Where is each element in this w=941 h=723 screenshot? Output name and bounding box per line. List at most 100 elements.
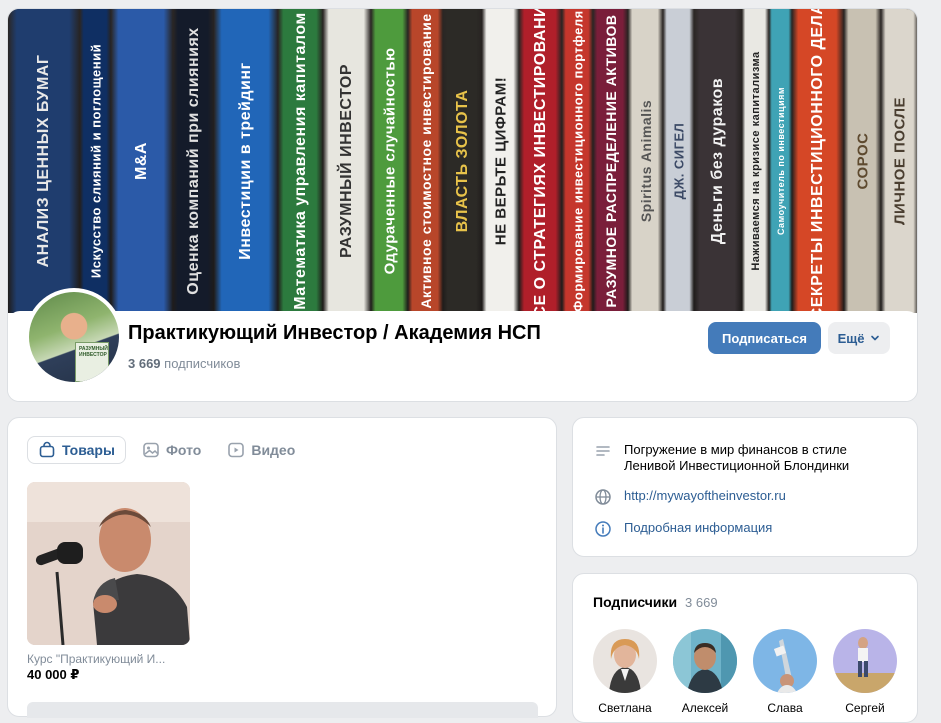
more-button-label: Ещё [837,330,865,346]
book-title: РАЗУМНОЕ РАСПРЕДЕЛЕНИЕ АКТИВОВ [602,14,619,308]
book-title: НЕ ВЕРЬТЕ ЦИФРАМ! [492,76,509,246]
photo-icon [143,442,159,458]
group-avatar[interactable]: РАЗУМНЫЙ ИНВЕСТОР [25,288,123,386]
tab-photo[interactable]: Фото [132,436,211,464]
member-item[interactable]: Алексей [673,629,737,715]
tab-label: Видео [251,442,296,458]
members-list: Светлана Алексей Слава Сергей [593,629,897,715]
product-photo [27,482,190,645]
product-image [27,482,190,645]
member-avatar [673,629,737,693]
tab-video[interactable]: Видео [217,436,305,464]
book-spine: Активное стоимостное инвестирование [408,9,443,313]
text-lines-icon [596,446,610,456]
book-title: АНАЛИЗ ЦЕННЫХ БУМАГ [35,54,52,268]
more-button[interactable]: Ещё [828,322,890,354]
book-spine: ЛИЧНОЕ ПОСЛЕ [881,9,917,313]
book-spine: Инвестиции в трейдинг [214,9,278,313]
book-spine: НЕ ВЕРЬТЕ ЦИФРАМ! [482,9,519,313]
subscribers-summary[interactable]: 3 669 подписчиков [128,356,240,371]
book-title: Spiritus Animalis [637,99,654,223]
member-item[interactable]: Сергей [833,629,897,715]
avatar-book: РАЗУМНЫЙ ИНВЕСТОР [75,342,109,382]
member-name: Слава [767,701,803,715]
bag-icon [39,441,55,458]
book-spine: РАЗУМНОЕ РАСПРЕДЕЛЕНИЕ АКТИВОВ [593,9,628,313]
book-title: Активное стоимостное инвестирование [417,13,434,309]
book-spine: Наживаемся на кризисе капитализма [742,9,769,313]
book-title: Искусство слияний и поглощений [88,43,103,279]
book-spine: Формирование инвестиционного портфеля [562,9,593,313]
book-title: Формирование инвестиционного портфеля [570,10,585,312]
book-spine: АНАЛИЗ ЦЕННЫХ БУМАГ [8,9,80,313]
book-spine: ВСЕ О СТРАТЕГИЯХ ИНВЕСТИРОВАНИЯ [519,9,562,313]
book-spine: ВЛАСТЬ ЗОЛОТА [443,9,482,313]
book-title: Одураченные случайностью [381,47,398,275]
subscribers-count: 3 669 [128,356,161,371]
media-card: Товары Фото Видео Курс "Практикующий И..… [7,417,557,718]
book-spine: Spiritus Animalis [628,9,663,313]
book-title: ВЛАСТЬ ЗОЛОТА [453,89,471,233]
member-avatar [753,629,817,693]
subscribers-heading-label: Подписчики [593,594,678,610]
avatar-photo: РАЗУМНЫЙ ИНВЕСТОР [29,292,119,382]
chevron-down-icon [871,335,880,341]
book-title: СЕКРЕТЫ ИНВЕСТИЦИОННОГО ДЕЛА [809,9,826,313]
member-name: Алексей [681,701,729,715]
book-spine: Деньги без дураков [694,9,742,313]
video-icon [228,442,245,458]
book-title: ВСЕ О СТРАТЕГИЯХ ИНВЕСТИРОВАНИЯ [531,9,549,313]
details-row: Подробная информация [594,520,772,538]
book-spine: Самоучитель по инвестициям [769,9,792,313]
book-spine: Одураченные случайностью [371,9,408,313]
cover-image[interactable]: АНАЛИЗ ЦЕННЫХ БУМАГ Искусство слияний и п… [8,9,917,313]
product-card[interactable]: Курс "Практикующий И... 40 000 ₽ [27,482,191,683]
member-item[interactable]: Слава [753,629,817,715]
member-name: Светлана [598,701,652,715]
book-spine: СОРОС [844,9,881,313]
book-title: Математика управления капиталом [291,12,309,310]
member-name: Сергей [845,701,885,715]
book-title: Самоучитель по инвестициям [775,86,786,236]
subscribers-heading-count: 3 669 [685,595,718,610]
book-spine: РАЗУМНЫЙ ИНВЕСТОР [323,9,371,313]
subscribe-button[interactable]: Подписаться [708,322,821,354]
details-link[interactable]: Подробная информация [624,520,772,536]
book-title: Оценка компаний при слияниях [184,27,202,295]
book-title: Инвестиции в трейдинг [237,62,254,260]
subscribers-heading[interactable]: Подписчики 3 669 [593,594,718,610]
website-link[interactable]: http://mywayoftheinvestor.ru [624,488,786,504]
book-title: M&A [133,142,150,180]
book-spine: M&A [111,9,173,313]
product-name: Курс "Практикующий И... [27,652,166,666]
globe-icon [595,489,611,505]
member-avatar [593,629,657,693]
member-item[interactable]: Светлана [593,629,657,715]
book-title: Деньги без дураков [709,77,726,245]
tab-label: Фото [165,442,202,458]
book-title: ДЖ. СИГЕЛ [671,122,686,200]
book-spine: Искусство слияний и поглощений [80,9,111,313]
info-icon [595,521,611,537]
subscribers-label: подписчиков [164,356,241,371]
group-description: Погружение в мир финансов в стиле Лениво… [624,442,850,473]
next-section-preview [27,702,538,718]
book-title: РАЗУМНЫЙ ИНВЕСТОР [338,63,355,259]
book-spine: Оценка компаний при слияниях [173,9,214,313]
info-card: Погружение в мир финансов в стиле Лениво… [572,417,918,557]
book-spine: Математика управления капиталом [278,9,323,313]
description-row: Погружение в мир финансов в стиле Лениво… [594,442,884,474]
group-title: Практикующий Инвестор / Академия НСП [128,322,541,344]
tab-label: Товары [62,442,115,458]
website-row: http://mywayoftheinvestor.ru [594,488,786,506]
tab-products[interactable]: Товары [27,436,126,464]
product-price: 40 000 ₽ [27,667,80,682]
media-tabs: Товары Фото Видео [27,436,305,464]
book-title: ЛИЧНОЕ ПОСЛЕ [891,97,909,225]
book-title: СОРОС [854,132,871,190]
book-spine: СЕКРЕТЫ ИНВЕСТИЦИОННОГО ДЕЛА [792,9,844,313]
book-title: Наживаемся на кризисе капитализма [749,51,762,271]
book-spine: ДЖ. СИГЕЛ [663,9,694,313]
subscribers-card: Подписчики 3 669 Светлана Алексей Слава [572,573,918,723]
member-avatar [833,629,897,693]
